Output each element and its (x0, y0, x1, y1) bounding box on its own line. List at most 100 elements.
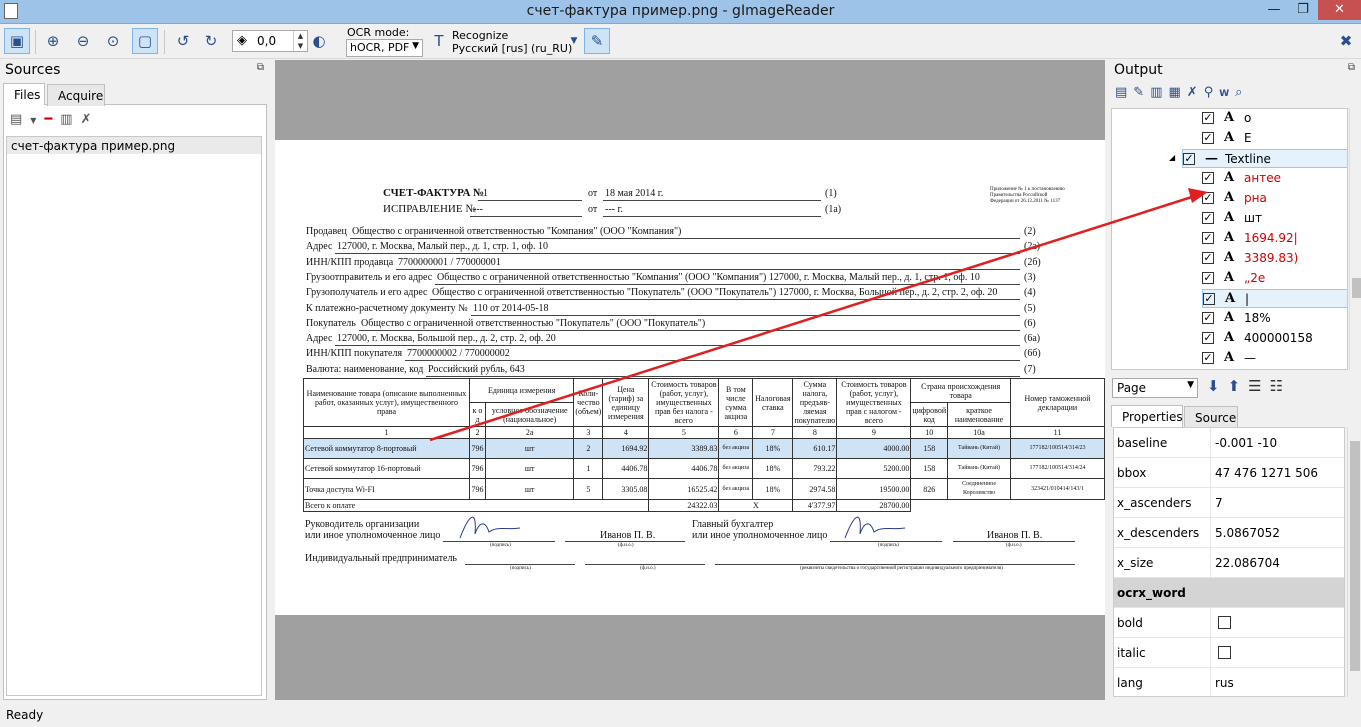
tree-checkbox[interactable]: ✓ (1202, 112, 1214, 124)
doc-line-ref: (2б) (1024, 256, 1041, 268)
property-checkbox[interactable] (1218, 616, 1231, 629)
rotation-value[interactable]: 0,0 (257, 34, 276, 48)
tree-item[interactable]: ✓ A 3389.83) (1202, 249, 1347, 268)
image-viewer[interactable]: СЧЕТ-ФАКТУРА № 1 от 18 мая 2014 г. (1) И… (275, 60, 1105, 700)
expand-icon[interactable]: ☷ (1270, 377, 1291, 395)
tree-item[interactable]: ✓ A 400000158 (1202, 329, 1347, 348)
tree-checkbox[interactable]: ✓ (1202, 312, 1214, 324)
float-panel-icon[interactable]: ⧉ (257, 62, 264, 73)
autodetect-layout-icon[interactable]: ◐ (306, 28, 332, 54)
minimize-button[interactable]: — (1261, 0, 1287, 20)
maximize-button[interactable]: ❐ (1290, 0, 1316, 20)
tree-checkbox[interactable]: ✓ (1202, 232, 1214, 244)
scroll-thumb[interactable] (1352, 278, 1361, 298)
tree-checkbox[interactable]: ✓ (1202, 252, 1214, 264)
zoom-in-icon[interactable]: ⊕ (40, 28, 66, 54)
zoom-fit-icon[interactable]: ▢ (132, 28, 158, 54)
zoom-original-icon[interactable]: ⊙ (100, 28, 126, 54)
tools-icon[interactable]: ✖ (1333, 28, 1359, 54)
property-value[interactable]: 47 476 1271 506 (1215, 466, 1318, 480)
tab-source[interactable]: Source (1184, 406, 1238, 428)
edit-output-icon[interactable]: ✎ (584, 28, 610, 54)
rotation-spinbox[interactable]: ◈ 0,0 ▲ ▼ (232, 30, 308, 52)
property-row[interactable]: lang rus (1114, 668, 1344, 696)
cell-unit: шт (484, 458, 575, 479)
tree-item[interactable]: ◢ ✓ — Textline (1169, 149, 1347, 168)
property-row[interactable]: x_descenders 5.0867052 (1114, 518, 1344, 548)
expand-arrow-icon[interactable]: ◢ (1169, 153, 1175, 162)
tree-checkbox[interactable]: ✓ (1202, 212, 1214, 224)
tree-item[interactable]: ✓ Aантее (1202, 169, 1347, 188)
property-value[interactable]: 22.086704 (1215, 556, 1280, 570)
doc-line-ref: (2а) (1024, 241, 1041, 253)
property-value[interactable]: 7 (1215, 496, 1223, 510)
clear-icon[interactable]: ✗ (1187, 85, 1204, 100)
property-row[interactable]: x_ascenders 7 (1114, 488, 1344, 518)
tree-item[interactable]: ✓ Aшт (1202, 209, 1347, 228)
tree-item[interactable]: ✓ A | (1202, 289, 1347, 308)
tree-checkbox[interactable]: ✓ (1203, 293, 1215, 305)
property-checkbox[interactable] (1218, 646, 1231, 659)
edit-icon[interactable]: ✎ (1133, 85, 1150, 100)
property-row[interactable]: x_size 22.086704 (1114, 548, 1344, 578)
column-number: 8 (792, 426, 838, 439)
binoculars-icon[interactable]: ⚲ (1204, 85, 1220, 100)
collapse-icon[interactable]: ☰ (1248, 377, 1269, 395)
tree-item[interactable]: ✓ A Е (1202, 129, 1347, 148)
tree-item[interactable]: ✓ A — (1202, 349, 1347, 368)
page-select[interactable]: Page ▼ (1112, 378, 1198, 398)
word-confidence-icon[interactable]: W (1219, 89, 1235, 99)
tree-item[interactable]: ✓ Aрна (1202, 189, 1347, 208)
property-value[interactable]: -0.001 -10 (1215, 436, 1277, 450)
tree-checkbox[interactable]: ✓ (1202, 332, 1214, 344)
arrow-down-icon[interactable]: ⬇ (1207, 377, 1228, 395)
zoom-out-icon[interactable]: ⊖ (70, 28, 96, 54)
tree-item[interactable]: ✓ A 18% (1202, 309, 1347, 328)
open-icon[interactable]: ▤ (1115, 85, 1133, 100)
property-row[interactable]: bold (1114, 608, 1344, 638)
tree-checkbox[interactable]: ✓ (1202, 132, 1214, 144)
clear-icon[interactable]: ✗ (81, 112, 100, 127)
props-scrollbar[interactable] (1347, 427, 1361, 697)
tab-acquire[interactable]: Acquire (47, 84, 105, 106)
tree-scrollbar[interactable] (1349, 108, 1361, 370)
list-item[interactable]: счет-фактура пример.png (7, 137, 261, 154)
invoice-number: 1 (483, 188, 488, 199)
tab-properties[interactable]: Properties (1111, 405, 1183, 427)
add-file-icon[interactable]: ▤ (10, 112, 30, 127)
property-row[interactable]: bbox 47 476 1271 506 (1114, 458, 1344, 488)
ocr-mode-select[interactable]: hOCR, PDF ▼ (346, 39, 423, 57)
search-icon[interactable]: ⌕ (1235, 85, 1248, 100)
property-row[interactable]: baseline -0.001 -10 (1114, 428, 1344, 458)
tree-item[interactable]: ✓ Aо (1202, 109, 1347, 128)
spin-arrows[interactable]: ▲ ▼ (293, 31, 307, 51)
hocr-tree[interactable]: ✓ Aо ✓ A Е ◢ ✓ — Textline ✓ Aантее ✓ Aрна ✓ Aшт ✓ A 1694.… (1111, 108, 1348, 370)
rotate-right-icon[interactable]: ↻ (198, 28, 224, 54)
tree-checkbox[interactable]: ✓ (1202, 172, 1214, 184)
float-panel-icon[interactable]: ⧉ (1348, 62, 1355, 73)
tree-checkbox[interactable]: ✓ (1202, 352, 1214, 364)
save-icon[interactable]: ▥ (1150, 85, 1168, 100)
tree-checkbox[interactable]: ✓ (1202, 272, 1214, 284)
close-button[interactable]: ✕ (1318, 0, 1361, 20)
chevron-down-icon[interactable]: ▼ (30, 116, 44, 125)
arrow-up-icon[interactable]: ⬆ (1228, 377, 1249, 395)
invoice-table: Наименование товара (описание выполненны… (302, 378, 1105, 512)
recognize-icon[interactable]: T (426, 28, 452, 54)
sources-toggle-icon[interactable]: ▣ (4, 28, 30, 54)
export-icon[interactable]: ▦ (1169, 85, 1187, 100)
remove-icon[interactable]: ━ (44, 112, 60, 127)
tree-item[interactable]: ✓ A 1694.92| (1202, 229, 1347, 248)
property-value[interactable]: 5.0867052 (1215, 526, 1280, 540)
tab-files[interactable]: Files (3, 83, 45, 105)
recognize-button[interactable]: Recognize Русский [rus] (ru_RU) (452, 29, 572, 55)
property-value[interactable]: rus (1215, 676, 1234, 690)
scroll-thumb[interactable] (1350, 441, 1360, 671)
tree-checkbox[interactable]: ✓ (1183, 153, 1195, 165)
property-row[interactable]: ocrx_word (1114, 578, 1344, 608)
property-row[interactable]: italic (1114, 638, 1344, 668)
rotate-left-icon[interactable]: ↺ (170, 28, 196, 54)
delete-icon[interactable]: ▥ (60, 112, 80, 127)
tree-checkbox[interactable]: ✓ (1202, 192, 1214, 204)
tree-item[interactable]: ✓ A „2е (1202, 269, 1347, 288)
